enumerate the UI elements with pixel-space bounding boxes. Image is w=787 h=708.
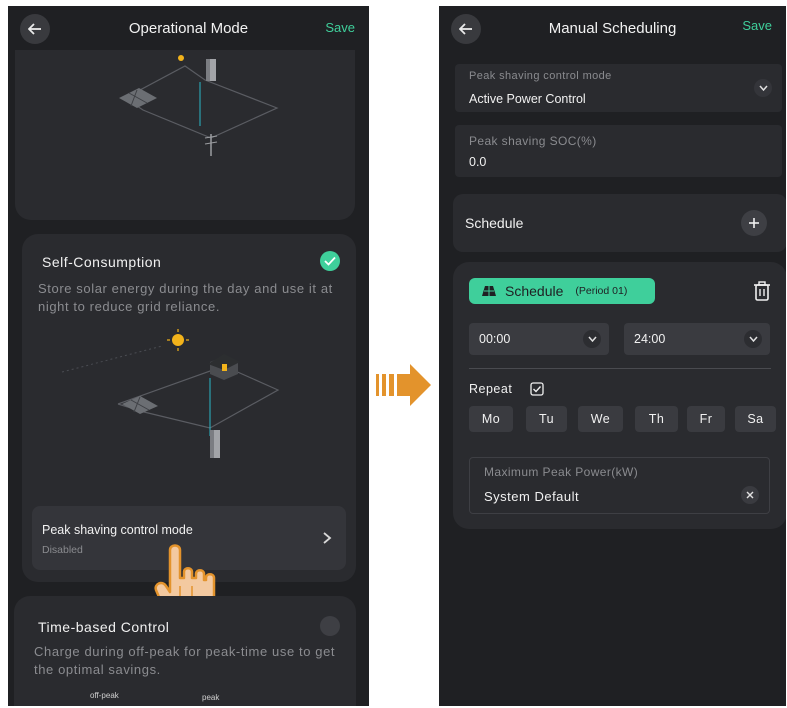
peak-mode-value: Active Power Control bbox=[469, 92, 586, 106]
operational-mode-screen: Self-Consumption Store solar energy duri… bbox=[8, 6, 369, 706]
chevron-right-icon bbox=[323, 532, 332, 544]
off-peak-label: off-peak bbox=[90, 691, 119, 700]
start-time-select[interactable]: 00:00 bbox=[469, 323, 609, 355]
solar-panel-icon bbox=[482, 286, 496, 296]
time-based-card[interactable]: Time-based Control Charge during off-pea… bbox=[14, 596, 356, 706]
save-button[interactable]: Save bbox=[325, 20, 355, 35]
peak-mode-label: Peak shaving control mode bbox=[469, 70, 612, 82]
chevron-down-icon bbox=[583, 330, 601, 348]
page-title: Operational Mode bbox=[128, 19, 249, 37]
peak-soc-label: Peak shaving SOC(%) bbox=[469, 134, 597, 148]
back-button[interactable] bbox=[20, 14, 50, 44]
back-button[interactable] bbox=[451, 14, 481, 44]
start-time-value: 00:00 bbox=[479, 332, 511, 346]
peak-soc-field[interactable]: Peak shaving SOC(%) 0.0 bbox=[455, 125, 782, 177]
repeat-label: Repeat bbox=[469, 382, 513, 396]
schedule-header-title: Schedule bbox=[465, 215, 524, 231]
self-consumption-illustration bbox=[61, 329, 280, 458]
arrow-left-icon bbox=[28, 23, 41, 35]
manual-scheduling-screen: Manual Scheduling Save Peak shaving cont… bbox=[439, 6, 786, 706]
divider bbox=[469, 368, 771, 369]
self-consumption-title: Self-Consumption bbox=[42, 254, 162, 270]
schedule-header-card: Schedule bbox=[453, 194, 786, 252]
add-schedule-button[interactable] bbox=[741, 210, 767, 236]
left-nav-bar: Operational Mode Save bbox=[8, 6, 369, 50]
right-nav-bar: Manual Scheduling Save bbox=[439, 6, 786, 50]
day-chip-th[interactable]: Th bbox=[635, 406, 678, 432]
time-based-title: Time-based Control bbox=[38, 619, 170, 635]
peak-shaving-label: Peak shaving control mode bbox=[42, 523, 193, 537]
day-chip-we[interactable]: We bbox=[578, 406, 623, 432]
day-chip-tu[interactable]: Tu bbox=[526, 406, 567, 432]
self-consumption-description: Store solar energy during the day and us… bbox=[38, 281, 333, 314]
peak-label: peak bbox=[202, 693, 220, 702]
unselected-radio-icon[interactable] bbox=[320, 616, 340, 636]
time-based-description: Charge during off-peak for peak-time use… bbox=[34, 644, 336, 677]
end-time-value: 24:00 bbox=[634, 332, 666, 346]
repeat-checkbox[interactable] bbox=[530, 382, 544, 396]
max-peak-power-field[interactable]: Maximum Peak Power(kW) System Default bbox=[469, 457, 770, 514]
transition-arrow-icon bbox=[376, 364, 431, 406]
end-time-select[interactable]: 24:00 bbox=[624, 323, 770, 355]
peak-shaving-value: Disabled bbox=[42, 544, 83, 556]
clear-button[interactable] bbox=[741, 486, 759, 504]
save-button[interactable]: Save bbox=[742, 18, 772, 33]
arrow-left-icon bbox=[459, 23, 472, 35]
period-number: (Period 01) bbox=[575, 285, 628, 297]
peak-soc-value: 0.0 bbox=[469, 155, 487, 169]
chevron-down-icon bbox=[744, 330, 762, 348]
schedule-period-tag: Schedule (Period 01) bbox=[469, 278, 655, 304]
max-peak-power-label: Maximum Peak Power(kW) bbox=[484, 465, 639, 479]
day-chip-fr[interactable]: Fr bbox=[687, 406, 725, 432]
chevron-down-icon[interactable] bbox=[754, 79, 772, 97]
schedule-period-label: Schedule bbox=[505, 283, 564, 299]
peak-mode-select[interactable]: Peak shaving control mode Active Power C… bbox=[455, 64, 782, 112]
day-chip-sa[interactable]: Sa bbox=[735, 406, 776, 432]
self-consumption-card[interactable]: Self-Consumption Store solar energy duri… bbox=[22, 234, 356, 582]
selected-check-icon[interactable] bbox=[320, 251, 340, 271]
trash-icon[interactable] bbox=[753, 281, 771, 301]
close-icon bbox=[746, 491, 754, 499]
day-chip-mo[interactable]: Mo bbox=[469, 406, 513, 432]
page-title: Manual Scheduling bbox=[548, 19, 677, 37]
plus-icon bbox=[749, 218, 759, 228]
max-peak-power-value: System Default bbox=[484, 489, 580, 504]
